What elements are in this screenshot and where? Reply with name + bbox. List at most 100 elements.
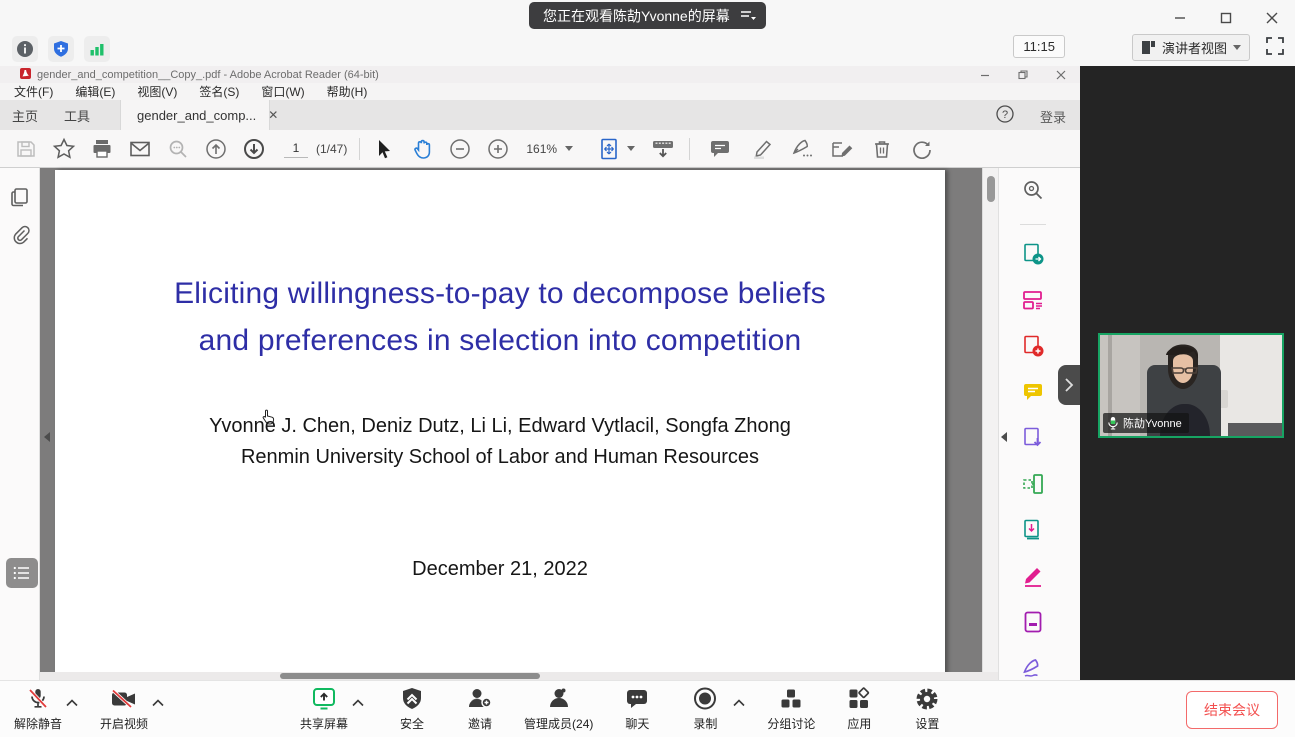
fit-page-icon[interactable] [595,135,623,163]
participant-video[interactable]: 陈劼Yvonne [1098,333,1284,438]
fullscreen-icon[interactable] [1265,36,1285,61]
banner-menu-icon[interactable] [740,10,756,22]
previous-page-icon[interactable] [202,135,230,163]
acrobat-close-icon[interactable] [1042,67,1080,82]
start-video-button[interactable]: 开启视频 [100,686,148,732]
chat-button[interactable]: 聊天 [613,686,661,732]
rotate-icon[interactable] [908,135,936,163]
participant-name: 陈劼Yvonne [1123,415,1182,431]
menu-help[interactable]: 帮助(H) [327,83,368,100]
apps-button[interactable]: 应用 [835,686,883,732]
share-screen-label: 共享屏幕 [300,715,348,732]
page-number-input[interactable] [284,140,308,158]
vertical-scrollbar[interactable] [982,168,998,680]
meeting-statusbar: 11:15 演讲者视图 [0,32,1295,66]
compress-pdf-icon[interactable] [1021,518,1045,547]
edit-text-icon[interactable] [1021,564,1045,593]
export-pdf-icon[interactable] [1021,242,1045,271]
search-icon[interactable] [164,135,192,163]
slide-date: December 21, 2022 [55,558,945,581]
record-chevron-icon[interactable] [733,694,745,712]
select-tool-icon[interactable] [370,135,398,163]
menu-window[interactable]: 窗口(W) [261,83,304,100]
breakout-rooms-label: 分组讨论 [767,715,815,732]
tab-close-icon[interactable]: ✕ [268,108,278,122]
create-pdf-icon[interactable] [1021,334,1045,363]
sign-in-link[interactable]: 登录 [1040,107,1066,126]
help-icon[interactable]: ? [996,105,1014,128]
security-button[interactable]: 安全 [388,686,436,732]
acrobat-minimize-icon[interactable] [966,67,1004,82]
tab-document[interactable]: gender_and_comp... ✕ [120,100,270,130]
combine-files-icon[interactable] [1021,472,1045,501]
horizontal-scrollbar[interactable] [40,672,998,680]
zoom-level-select[interactable]: 161% [526,142,573,156]
highlighter-icon[interactable] [748,135,776,163]
collapse-right-panel-icon[interactable] [1001,432,1007,442]
settings-label: 设置 [915,715,939,732]
tab-document-label: gender_and_comp... [137,108,256,123]
redact-icon[interactable] [1021,610,1045,639]
chat-label: 聊天 [625,715,649,732]
request-signatures-icon[interactable] [1021,426,1045,455]
vertical-scrollbar-thumb[interactable] [987,176,995,202]
maximize-icon[interactable] [1213,8,1239,28]
next-page-icon[interactable] [240,135,268,163]
thumbnail-panel-toggle[interactable] [6,558,38,588]
window-controls [1167,8,1285,28]
settings-button[interactable]: 设置 [903,686,951,732]
menu-sign[interactable]: 签名(S) [199,83,239,100]
horizontal-scrollbar-thumb[interactable] [280,673,540,679]
invite-button[interactable]: 邀请 [456,686,504,732]
unmute-chevron-icon[interactable] [66,694,78,712]
print-icon[interactable] [88,135,116,163]
share-screen-chevron-icon[interactable] [352,694,364,712]
slide-authors: Yvonne J. Chen, Deniz Dutz, Li Li, Edwar… [55,415,945,438]
zoom-in-icon[interactable] [484,135,512,163]
manage-members-button[interactable]: 管理成员(24) [524,686,593,732]
page-display-icon[interactable] [649,135,677,163]
menu-edit[interactable]: 编辑(E) [75,83,115,100]
save-icon[interactable] [12,135,40,163]
page-thumbnails-icon[interactable] [9,186,31,213]
meeting-window: 您正在观看陈劼Yvonne的屏幕 11:15 演讲者视图 gender_and_… [0,0,1295,737]
edit-pdf-icon[interactable] [1021,288,1045,317]
meeting-security-shield-icon[interactable] [48,36,74,62]
tab-home[interactable]: 主页 [12,100,38,130]
collapse-left-panel-icon[interactable] [44,432,50,442]
acrobat-restore-icon[interactable] [1004,67,1042,82]
menu-file[interactable]: 文件(F) [14,83,53,100]
network-signal-icon[interactable] [84,36,110,62]
svg-text:?: ? [1002,109,1008,121]
record-label: 录制 [693,715,717,732]
close-icon[interactable] [1259,8,1285,28]
unmute-button[interactable]: 解除静音 [14,686,62,732]
fill-sign-icon[interactable] [828,135,856,163]
zoom-out-icon[interactable] [446,135,474,163]
delete-icon[interactable] [868,135,896,163]
star-icon[interactable] [50,135,78,163]
hand-tool-icon[interactable] [408,135,436,163]
acrobat-tabbar: 主页 工具 gender_and_comp... ✕ ? 登录 [0,100,1080,130]
menu-view[interactable]: 视图(V) [137,83,177,100]
slide-title-line1: Eliciting willingness-to-pay to decompos… [55,270,945,317]
tools-pane-expand-tab[interactable] [1058,365,1080,405]
comment-tool-icon[interactable] [1021,380,1045,409]
end-meeting-button[interactable]: 结束会议 [1186,691,1278,729]
comment-icon[interactable] [706,135,734,163]
meeting-info-icon[interactable] [12,36,38,62]
signature-pen-icon[interactable] [788,135,816,163]
attachments-icon[interactable] [9,224,31,251]
view-mode-button[interactable]: 演讲者视图 [1132,34,1250,61]
email-icon[interactable] [126,135,154,163]
search-tools-icon[interactable] [1021,178,1045,207]
chevron-down-icon[interactable] [627,146,635,151]
record-icon [692,686,718,712]
tab-tools[interactable]: 工具 [64,100,90,130]
record-button[interactable]: 录制 [681,686,729,732]
left-panel [0,168,40,680]
share-screen-button[interactable]: 共享屏幕 [300,686,348,732]
breakout-rooms-button[interactable]: 分组讨论 [767,686,815,732]
minimize-icon[interactable] [1167,8,1193,28]
start-video-chevron-icon[interactable] [152,694,164,712]
